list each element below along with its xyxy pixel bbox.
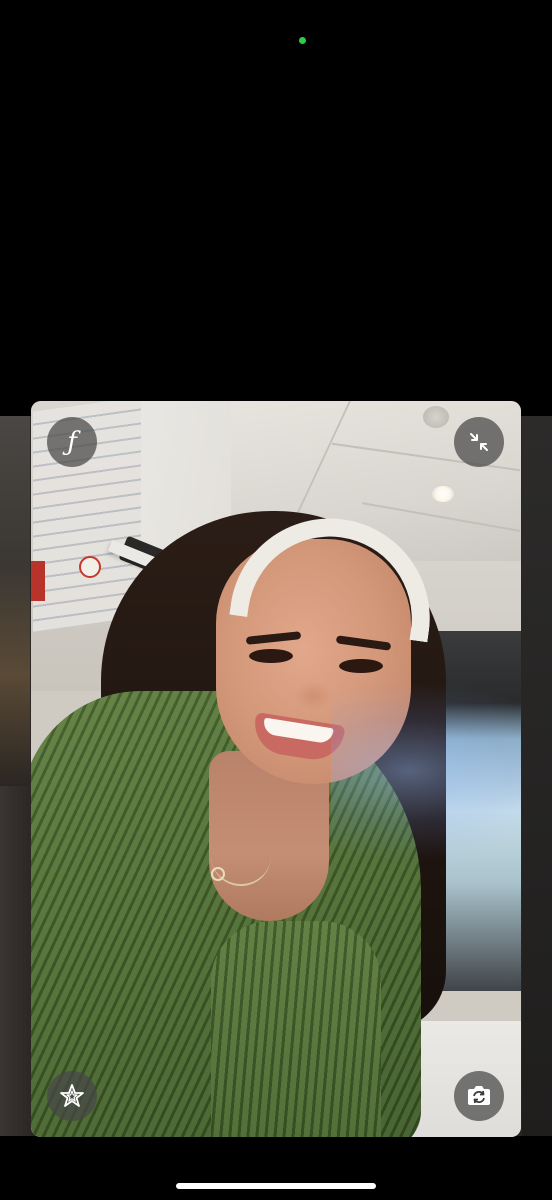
- home-indicator[interactable]: [176, 1183, 376, 1189]
- person-arm: [211, 921, 381, 1137]
- function-f-icon: ƒ: [67, 427, 77, 457]
- flip-camera-button[interactable]: [454, 1071, 504, 1121]
- eye-left: [249, 649, 293, 663]
- person-nose: [293, 681, 333, 711]
- effects-button[interactable]: ƒ: [47, 417, 97, 467]
- remote-video-edge-right: [522, 416, 552, 1136]
- fire-extinguisher: [31, 561, 45, 601]
- smoke-detector: [423, 406, 449, 428]
- collapse-arrows-icon: [470, 433, 488, 451]
- ceiling-light: [432, 486, 454, 502]
- self-view-video[interactable]: ƒ: [31, 401, 521, 1137]
- necklace-pendant: [211, 867, 225, 881]
- remote-video-edge-left: [0, 416, 30, 786]
- star-effects-icon: [60, 1084, 84, 1107]
- self-view-scene: [31, 401, 521, 1137]
- camera-flip-icon: [468, 1086, 490, 1105]
- eye-right: [339, 659, 383, 673]
- no-smoking-sign: [79, 556, 101, 578]
- camera-in-use-indicator: [299, 37, 306, 44]
- facetime-screen: ƒ: [0, 0, 552, 1200]
- collapse-button[interactable]: [454, 417, 504, 467]
- lens-flare: [331, 681, 521, 861]
- star-effects-button[interactable]: [47, 1071, 97, 1121]
